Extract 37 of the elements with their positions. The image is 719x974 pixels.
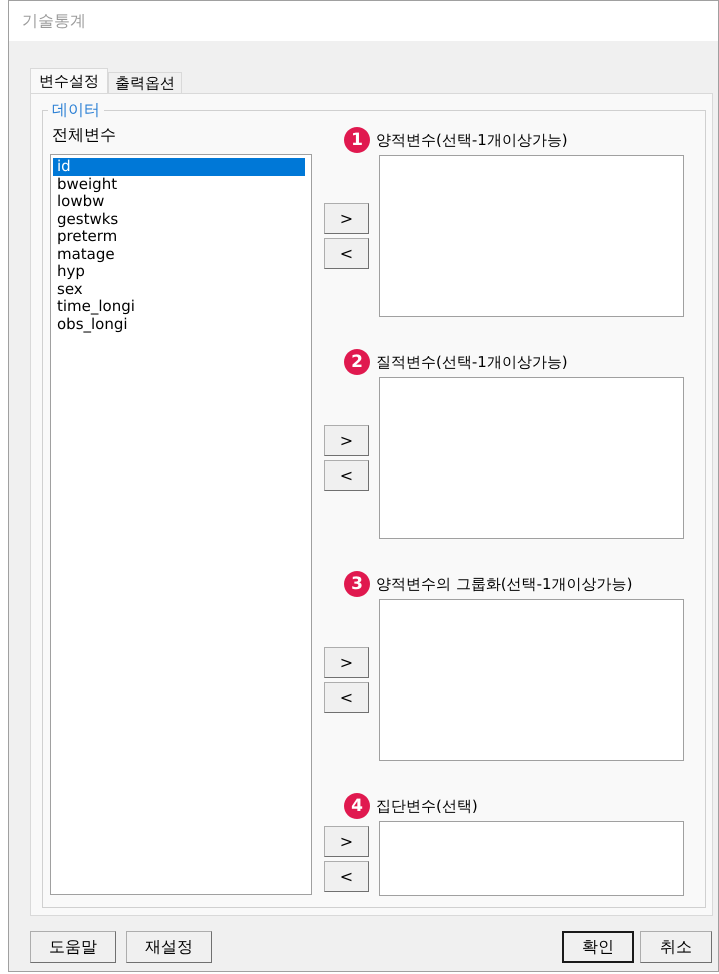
dialog-button[interactable]: 재설정	[126, 931, 212, 963]
tab[interactable]: 변수설정	[30, 68, 108, 93]
dialog-button[interactable]: 취소	[640, 931, 712, 963]
window-title: 기술통계	[22, 10, 86, 32]
number-badge: 2	[344, 349, 370, 375]
variable-list[interactable]: id bweight lowbw gestwks preterm matage hyp sex time_longi obs_longi	[50, 154, 312, 895]
list-item[interactable]: obs_longi	[53, 316, 309, 333]
list-item[interactable]: time_longi	[53, 298, 309, 316]
list-item[interactable]: sex	[53, 280, 309, 298]
remove-button[interactable]: <	[324, 682, 369, 713]
list-label: 질적변수(선택-1개이상가능)	[376, 352, 568, 372]
tab[interactable]: 출력옵션	[108, 72, 182, 93]
target-list[interactable]	[379, 821, 684, 896]
list-item[interactable]: preterm	[53, 228, 309, 246]
list-item[interactable]: bweight	[53, 176, 309, 193]
number-badge: 3	[344, 571, 370, 597]
remove-button[interactable]: <	[324, 860, 369, 892]
list-label: 집단변수(선택)	[376, 796, 478, 816]
dialog-button[interactable]: 확인	[562, 931, 634, 963]
number-badge: 1	[344, 127, 370, 153]
add-button[interactable]: >	[324, 425, 369, 456]
dialog-button[interactable]: 도움말	[30, 931, 116, 963]
group-title: 데이터	[51, 100, 101, 121]
add-button[interactable]: >	[324, 647, 369, 678]
list-item[interactable]: lowbw	[53, 193, 309, 210]
number-badge: 4	[344, 793, 370, 819]
list-label: 전체변수	[52, 125, 117, 146]
remove-button[interactable]: <	[324, 460, 369, 491]
list-item[interactable]: id	[53, 158, 305, 176]
list-item[interactable]: matage	[53, 246, 309, 263]
add-button[interactable]: >	[324, 203, 369, 234]
list-item[interactable]: hyp	[53, 263, 309, 280]
remove-button[interactable]: <	[324, 238, 369, 269]
list-item[interactable]: gestwks	[53, 210, 309, 228]
list-label: 양적변수(선택-1개이상가능)	[376, 130, 568, 150]
list-label: 양적변수의 그룹화(선택-1개이상가능)	[376, 574, 632, 594]
add-button[interactable]: >	[324, 826, 369, 856]
